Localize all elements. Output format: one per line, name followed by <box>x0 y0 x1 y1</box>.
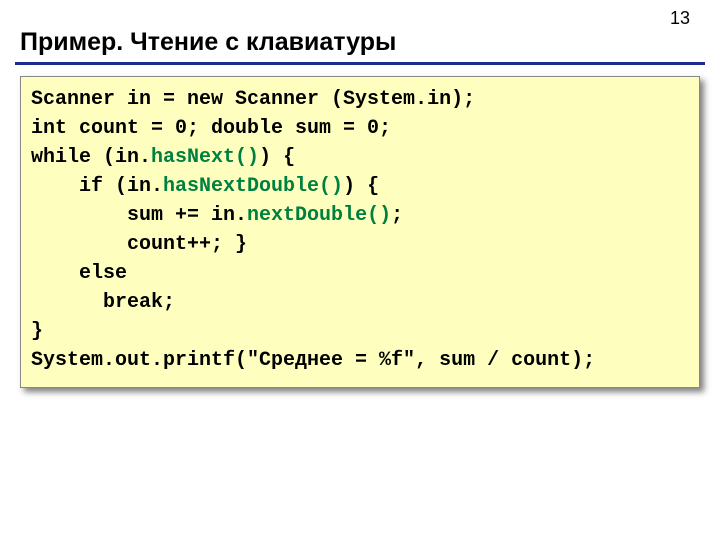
code-highlight: hasNextDouble() <box>163 175 343 198</box>
code-line: if (in. <box>31 175 163 198</box>
code-highlight: hasNext() <box>151 146 259 169</box>
code-line: break; <box>31 291 175 314</box>
title-divider <box>15 62 705 65</box>
code-line: Scanner in = new Scanner (System.in); <box>31 88 475 111</box>
code-line: count++; } <box>31 233 247 256</box>
code-line: ) { <box>259 146 295 169</box>
code-line: int count = 0; double sum = 0; <box>31 117 391 140</box>
slide-title: Пример. Чтение с клавиатуры <box>20 28 396 57</box>
code-line: ) { <box>343 175 379 198</box>
code-line: while (in. <box>31 146 151 169</box>
code-line: } <box>31 320 43 343</box>
code-line: sum += in. <box>31 204 247 227</box>
code-line: else <box>31 262 127 285</box>
code-line: ; <box>391 204 403 227</box>
page-number: 13 <box>670 8 690 29</box>
code-block: Scanner in = new Scanner (System.in); in… <box>20 76 700 388</box>
code-highlight: nextDouble() <box>247 204 391 227</box>
code-line: System.out.printf("Среднее = %f", sum / … <box>31 349 595 372</box>
